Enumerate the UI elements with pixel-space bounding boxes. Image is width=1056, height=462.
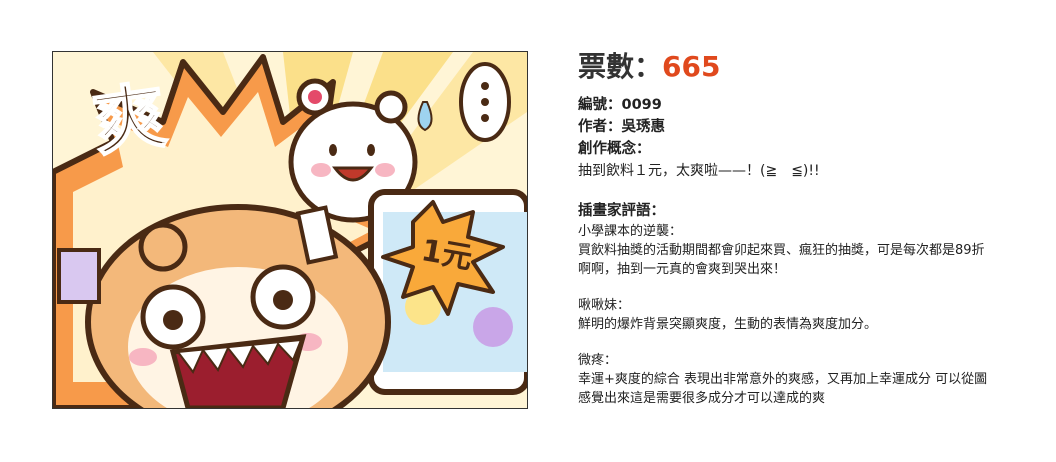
review-item: 啾啾妹： 鮮明的爆炸背景突顯爽度，生動的表情為爽度加分。: [578, 296, 1028, 334]
concept-text: 抽到飲料１元，太爽啦——！(≧ ≦)!!: [578, 163, 820, 179]
entry-illustration: 1元 爽: [52, 51, 528, 409]
review-text-line: 啊啊，抽到一元真的會爽到哭出來！: [578, 262, 787, 277]
illustration-svg: 1元 爽: [53, 52, 527, 408]
review-text: 鮮明的爆炸背景突顯爽度，生動的表情為爽度加分。: [578, 315, 1028, 334]
review-text-line: 感覺出來這是需要很多成分才可以達成的爽: [578, 391, 826, 406]
reviews-title: 插畫家評語：: [578, 203, 665, 219]
contest-entry-page: 1元 爽 票數：665 編號：0099 作者：吳琇惠 創作概念： 抽到飲料１元，…: [0, 0, 1056, 462]
big-character-text: 爽: [88, 73, 171, 166]
review-text: 買飲料抽獎的活動期間都會卯起來買、瘋狂的抽獎，可是每次都是89折 啊啊，抽到一元…: [578, 241, 1028, 279]
review-text: 幸運+爽度的綜合 表現出非常意外的爽感，又再加上幸運成分 可以從圖 感覺出來這是…: [578, 370, 1028, 408]
entry-number: 編號：0099: [578, 97, 662, 113]
review-text-line: 幸運+爽度的綜合 表現出非常意外的爽感，又再加上幸運成分 可以從圖: [578, 372, 988, 387]
vote-count: 票數：665: [578, 48, 1028, 86]
reviewer-name: 微疼：: [578, 353, 618, 368]
review-text-line: 買飲料抽獎的活動期間都會卯起來買、瘋狂的抽獎，可是每次都是89折: [578, 243, 985, 258]
review-text-line: 鮮明的爆炸背景突顯爽度，生動的表情為爽度加分。: [578, 317, 878, 332]
entry-author: 作者：吳琇惠: [578, 119, 665, 135]
entry-info: 票數：665 編號：0099 作者：吳琇惠 創作概念： 抽到飲料１元，太爽啦——…: [578, 48, 1028, 425]
concept-label: 創作概念：: [578, 141, 651, 157]
review-item: 小學課本的逆襲： 買飲料抽獎的活動期間都會卯起來買、瘋狂的抽獎，可是每次都是89…: [578, 222, 1028, 279]
reviewer-name: 小學課本的逆襲：: [578, 224, 683, 239]
votes-number: 665: [662, 50, 721, 83]
votes-label: 票數：: [578, 50, 663, 83]
review-item: 微疼： 幸運+爽度的綜合 表現出非常意外的爽感，又再加上幸運成分 可以從圖 感覺…: [578, 351, 1028, 408]
reviewer-name: 啾啾妹：: [578, 298, 631, 313]
